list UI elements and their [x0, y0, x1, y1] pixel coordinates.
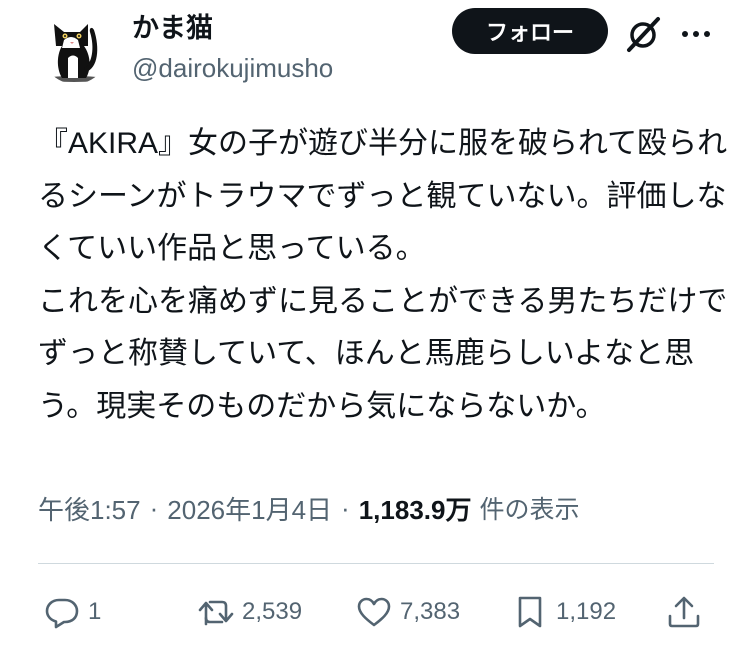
share-icon [668, 596, 700, 628]
bookmark-count: 1,192 [556, 598, 617, 625]
share-button[interactable] [666, 589, 702, 635]
views-label: 件の表示 [479, 496, 580, 524]
grok-icon[interactable] [624, 14, 664, 54]
retweet-button[interactable]: 2,539 [198, 589, 302, 635]
reply-icon [45, 598, 79, 629]
meta-separator: · [149, 492, 159, 523]
reply-count: 1 [88, 598, 102, 625]
reply-button[interactable]: 1 [44, 589, 101, 635]
tweet-meta: 午後1:57 · 2026年1月4日 · 1,183.9万 件の表示 [38, 490, 579, 526]
divider [38, 563, 714, 564]
tweet-date[interactable]: 2026年1月4日 [167, 490, 332, 527]
user-handle[interactable]: @dairokujimusho [132, 52, 333, 84]
cat-avatar-icon [44, 24, 104, 82]
tweet-time[interactable]: 午後1:57 [38, 490, 141, 527]
more-icon[interactable] [678, 14, 714, 54]
follow-button[interactable]: フォロー [452, 8, 608, 54]
like-count: 7,383 [400, 598, 461, 625]
tweet-text: 『AKIRA』女の子が遊び半分に服を破られて殴られるシーンがトラウマでずっと観て… [38, 127, 728, 423]
like-button[interactable]: 7,383 [356, 589, 460, 635]
bookmark-icon [518, 596, 542, 628]
display-name[interactable]: かま猫 [132, 12, 213, 44]
retweet-count: 2,539 [242, 598, 303, 625]
avatar[interactable] [40, 8, 110, 84]
retweet-icon [198, 600, 234, 626]
views-count[interactable]: 1,183.9万 [359, 490, 472, 527]
heart-icon [357, 597, 391, 627]
meta-separator: · [341, 492, 350, 523]
bookmark-button[interactable]: 1,192 [512, 589, 616, 635]
